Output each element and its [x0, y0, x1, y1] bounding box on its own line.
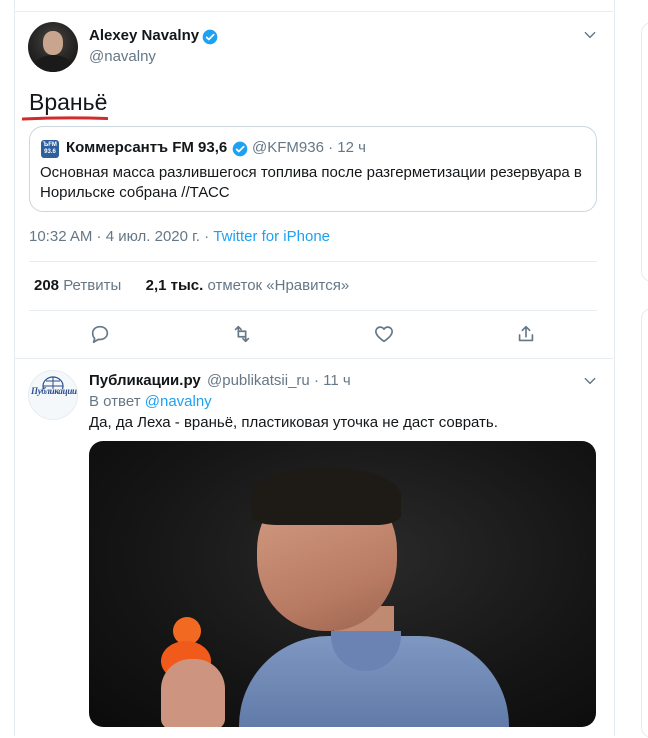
- reply-author-handle[interactable]: @publikatsii_ru: [207, 372, 310, 389]
- dot-separator: ·: [313, 372, 324, 389]
- quoted-handle-row: @KFM936 · 12 ч: [252, 139, 366, 156]
- chevron-down-icon[interactable]: [583, 28, 597, 42]
- divider: [14, 358, 613, 359]
- tweet-meta: 10:32 AM · 4 июл. 2020 г. · Twitter for …: [29, 228, 330, 245]
- author-avatar[interactable]: [28, 22, 78, 72]
- likes-label: отметок «Нравится»: [207, 277, 350, 294]
- reply-age[interactable]: 11 ч: [323, 372, 351, 389]
- author-name[interactable]: Alexey Navalny: [89, 27, 199, 44]
- avatar-figure-face: [43, 31, 63, 55]
- author-handle[interactable]: @navalny: [89, 48, 156, 65]
- share-icon[interactable]: [515, 323, 537, 345]
- in-reply-label: В ответ: [89, 393, 141, 410]
- avatar-figure-body: [34, 55, 72, 72]
- annotation-underline: [22, 116, 108, 121]
- tweet-timestamp[interactable]: 10:32 AM · 4 июл. 2020 г.: [29, 228, 200, 245]
- reply-handle-row: @publikatsii_ru · 11 ч: [207, 372, 351, 389]
- meta-separator: ·: [199, 228, 214, 245]
- retweet-icon[interactable]: [231, 323, 253, 345]
- tweet-text: Враньё: [29, 89, 108, 115]
- in-reply-to-line: В ответ @navalny: [89, 393, 212, 410]
- retweets-stat[interactable]: 208 Ретвиты: [34, 277, 121, 294]
- reply-author-name[interactable]: Публикации.ру: [89, 372, 201, 389]
- tweet-stats: 208 Ретвиты 2,1 тыс. отметок «Нравится»: [34, 277, 349, 294]
- quoted-handle: @KFM936: [252, 139, 324, 156]
- quoted-author-name: Коммерсантъ FM 93,6: [66, 139, 228, 156]
- reply-text: Да, да Леха - враньё, пластиковая уточка…: [89, 414, 498, 431]
- likes-count: 2,1 тыс.: [145, 277, 204, 294]
- verified-badge-icon: [232, 141, 248, 157]
- sidebar-card: [641, 22, 648, 282]
- photo-hand: [161, 659, 225, 727]
- sidebar-card: [641, 308, 648, 738]
- quoted-age: 12 ч: [337, 139, 366, 156]
- photo-hair: [251, 467, 401, 525]
- retweets-label: Ретвиты: [63, 277, 122, 294]
- retweets-count: 208: [34, 277, 60, 294]
- reply-author-avatar[interactable]: Публикации.Ру: [28, 370, 78, 420]
- in-reply-to-link[interactable]: @navalny: [145, 393, 212, 410]
- publisher-logo-text: Публикации.Ру: [31, 386, 77, 396]
- divider: [29, 261, 597, 262]
- reply-media-image[interactable]: [89, 441, 596, 727]
- verified-badge-icon: [202, 29, 218, 45]
- likes-stat[interactable]: 2,1 тыс. отметок «Нравится»: [146, 277, 350, 294]
- quoted-avatar: ЪFM 93.6: [41, 140, 59, 158]
- chevron-down-icon[interactable]: [583, 374, 597, 388]
- quoted-text: Основная масса разлившегося топлива посл…: [40, 164, 582, 201]
- like-icon[interactable]: [373, 323, 395, 345]
- tweet-source-link[interactable]: Twitter for iPhone: [213, 228, 330, 245]
- dot-separator: ·: [328, 139, 338, 156]
- reply-icon[interactable]: [89, 323, 111, 345]
- quoted-tweet-card[interactable]: ЪFM 93.6 Коммерсантъ FM 93,6 @KFM936 · 1…: [29, 126, 597, 212]
- divider: [29, 310, 597, 311]
